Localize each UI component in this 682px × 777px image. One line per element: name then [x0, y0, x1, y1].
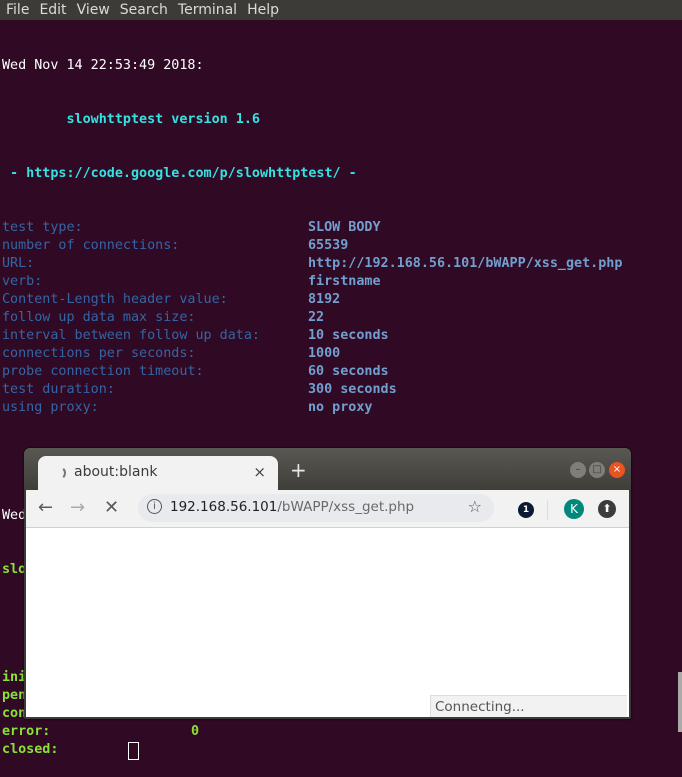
- url-path: /bWAPP/xss_get.php: [277, 499, 415, 515]
- status-bubble: Connecting...: [430, 695, 627, 717]
- tab-title: about:blank: [74, 464, 158, 480]
- new-tab-button[interactable]: +: [290, 458, 307, 482]
- loading-spinner-icon: [52, 466, 66, 480]
- url-host: 192.168.56.101: [170, 499, 278, 515]
- info-icon[interactable]: i: [147, 499, 162, 514]
- config-row: number of connections: 65539: [2, 237, 682, 255]
- config-value: firstname: [308, 274, 381, 289]
- config-label: interval between follow up data:: [2, 328, 260, 343]
- close-window-button[interactable]: ×: [609, 462, 625, 478]
- config-value: 300 seconds: [308, 382, 397, 397]
- version-line: slowhttptest version 1.6: [2, 112, 260, 127]
- minimize-button[interactable]: –: [570, 462, 586, 478]
- config-label: verb:: [2, 274, 43, 289]
- config-row: follow up data max size: 22: [2, 309, 682, 327]
- config-row: URL: http://192.168.56.101/bWAPP/xss_get.…: [2, 255, 682, 273]
- config-label: URL:: [2, 256, 35, 271]
- config-value: 8192: [308, 292, 341, 307]
- config-value: 1000: [308, 346, 341, 361]
- tab-close-icon[interactable]: ×: [253, 463, 266, 481]
- config-label: follow up data max size:: [2, 310, 196, 325]
- menu-edit[interactable]: Edit: [33, 0, 70, 20]
- update-arrow-icon[interactable]: ⬆: [598, 500, 616, 518]
- config-row: interval between follow up data: 10 secon…: [2, 327, 682, 345]
- address-bar[interactable]: i 192.168.56.101/bWAPP/xss_get.php ☆: [138, 494, 494, 522]
- config-value: 60 seconds: [308, 364, 389, 379]
- menu-search[interactable]: Search: [114, 0, 172, 20]
- config-row: Content-Length header value: 8192: [2, 291, 682, 309]
- url-line: - https://code.google.com/p/slowhttptest…: [2, 166, 357, 181]
- config-row: test duration: 300 seconds: [2, 381, 682, 399]
- stat-row: error: 0: [2, 723, 682, 741]
- browser-toolbar: ← → ✕ i 192.168.56.101/bWAPP/xss_get.php…: [26, 490, 629, 528]
- back-arrow-icon[interactable]: ←: [38, 497, 53, 518]
- terminal-menubar: File Edit View Search Terminal Help: [0, 0, 682, 20]
- stop-loading-icon[interactable]: ✕: [104, 497, 119, 518]
- config-row: probe connection timeout: 60 seconds: [2, 363, 682, 381]
- menu-help[interactable]: Help: [241, 0, 283, 20]
- config-row: using proxy: no proxy: [2, 399, 682, 417]
- config-label: connections per seconds:: [2, 346, 196, 361]
- config-label: probe connection timeout:: [2, 364, 204, 379]
- stat-row: closed:: [2, 741, 682, 760]
- config-label: number of connections:: [2, 238, 180, 253]
- forward-arrow-icon[interactable]: →: [70, 497, 85, 518]
- config-label: test duration:: [2, 382, 115, 397]
- scrollbar[interactable]: [678, 672, 682, 732]
- tab-about-blank[interactable]: about:blank ×: [38, 456, 278, 490]
- terminal-cursor: [128, 742, 139, 760]
- toolbar-divider: [547, 500, 548, 520]
- browser-window: about:blank × + – □ × ← → ✕ i 192.168.56…: [24, 448, 631, 719]
- config-label: using proxy:: [2, 400, 99, 415]
- stat-value: 0: [191, 724, 200, 739]
- config-value: SLOW BODY: [308, 220, 381, 235]
- bookmark-star-icon[interactable]: ☆: [468, 497, 482, 516]
- address-url[interactable]: 192.168.56.101/bWAPP/xss_get.php: [170, 499, 414, 515]
- config-value: no proxy: [308, 400, 373, 415]
- stat-label: closed:: [2, 742, 59, 757]
- menu-view[interactable]: View: [71, 0, 114, 20]
- menu-file[interactable]: File: [0, 0, 33, 20]
- config-value: 65539: [308, 238, 349, 253]
- profile-avatar[interactable]: K: [564, 499, 584, 519]
- config-row: test type: SLOW BODY: [2, 219, 682, 237]
- page-content[interactable]: Connecting...: [26, 528, 629, 717]
- menu-terminal[interactable]: Terminal: [172, 0, 241, 20]
- extension-icon[interactable]: 1: [518, 502, 534, 518]
- timestamp-line: Wed Nov 14 22:53:49 2018:: [2, 58, 204, 73]
- config-row: connections per seconds: 1000: [2, 345, 682, 363]
- config-value: 10 seconds: [308, 328, 389, 343]
- config-label: test type:: [2, 220, 83, 235]
- config-label: Content-Length header value:: [2, 292, 228, 307]
- maximize-button[interactable]: □: [589, 462, 605, 478]
- browser-titlebar[interactable]: about:blank × + – □ ×: [24, 448, 631, 490]
- config-row: verb: firstname: [2, 273, 682, 291]
- config-value: 22: [308, 310, 325, 325]
- config-value: http://192.168.56.101/bWAPP/xss_get.php: [308, 256, 623, 271]
